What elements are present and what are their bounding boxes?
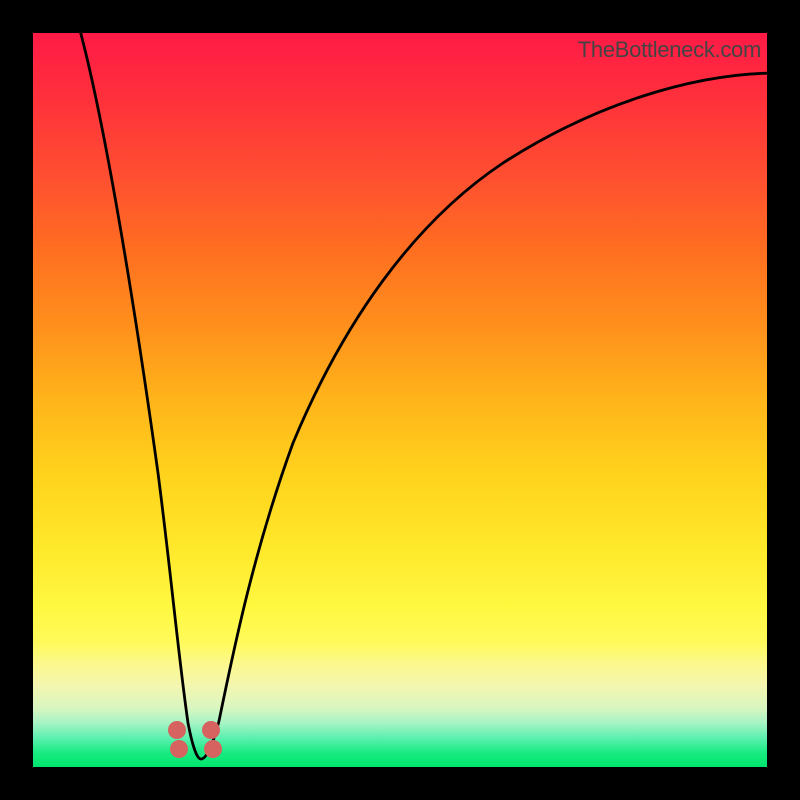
- attribution-text: TheBottleneck.com: [578, 37, 761, 63]
- plot-area: TheBottleneck.com: [33, 33, 767, 767]
- bottleneck-curve: [33, 33, 767, 767]
- marker-dot: [204, 740, 222, 758]
- marker-dot: [202, 721, 220, 739]
- curve-path: [78, 33, 767, 759]
- marker-dot: [168, 721, 186, 739]
- marker-dot: [170, 740, 188, 758]
- chart-frame: TheBottleneck.com: [0, 0, 800, 800]
